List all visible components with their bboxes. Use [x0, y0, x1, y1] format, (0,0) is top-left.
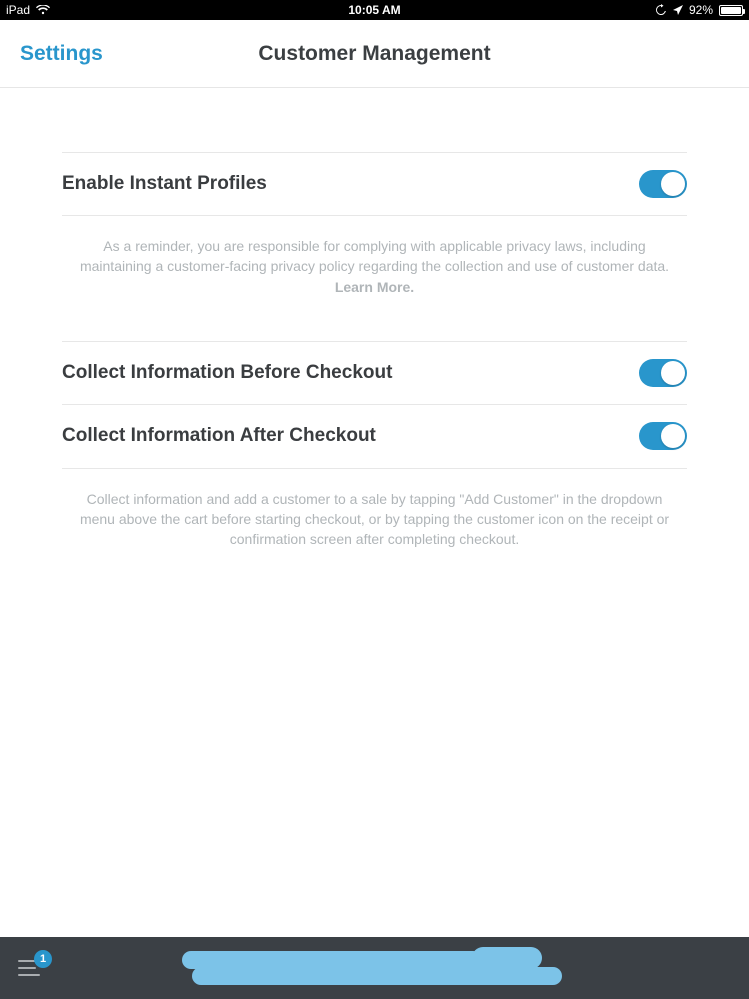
- toggle-after-checkout[interactable]: [639, 422, 687, 450]
- nav-header: Settings Customer Management: [0, 20, 749, 88]
- wifi-icon: [36, 5, 50, 15]
- rotation-lock-icon: [655, 4, 667, 16]
- status-bar: iPad 10:05 AM 92%: [0, 0, 749, 20]
- content: Enable Instant Profiles As a reminder, y…: [0, 88, 749, 550]
- collect-helper: Collect information and add a customer t…: [62, 469, 687, 550]
- status-right: 92%: [655, 3, 743, 17]
- menu-badge: 1: [34, 950, 52, 968]
- location-icon: [673, 5, 683, 15]
- toggle-instant-profiles[interactable]: [639, 170, 687, 198]
- row-after-checkout: Collect Information After Checkout: [62, 405, 687, 469]
- redacted-area: [182, 947, 572, 989]
- device-label: iPad: [6, 3, 30, 17]
- label-instant-profiles: Enable Instant Profiles: [62, 173, 267, 195]
- toggle-before-checkout[interactable]: [639, 359, 687, 387]
- privacy-helper: As a reminder, you are responsible for c…: [62, 216, 687, 341]
- page-title: Customer Management: [0, 42, 749, 66]
- bottom-bar: 1: [0, 937, 749, 999]
- back-button[interactable]: Settings: [0, 42, 103, 66]
- privacy-helper-text: As a reminder, you are responsible for c…: [80, 238, 669, 274]
- learn-more-link[interactable]: Learn More.: [335, 279, 414, 295]
- status-time: 10:05 AM: [0, 3, 749, 17]
- section-collect: Collect Information Before Checkout Coll…: [62, 341, 687, 469]
- collect-helper-text: Collect information and add a customer t…: [80, 491, 669, 548]
- label-after-checkout: Collect Information After Checkout: [62, 425, 376, 447]
- label-before-checkout: Collect Information Before Checkout: [62, 362, 392, 384]
- battery-icon: [719, 5, 743, 16]
- status-left: iPad: [6, 3, 50, 17]
- menu-icon[interactable]: 1: [18, 960, 42, 976]
- row-instant-profiles: Enable Instant Profiles: [62, 152, 687, 216]
- battery-percent: 92%: [689, 3, 713, 17]
- row-before-checkout: Collect Information Before Checkout: [62, 341, 687, 405]
